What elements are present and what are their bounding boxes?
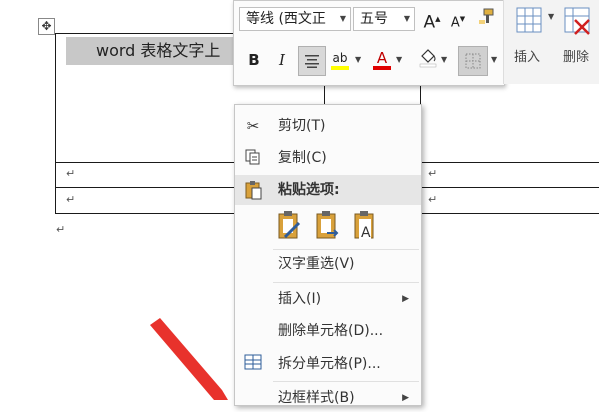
menu-item-delete-cells[interactable]: 删除单元格(D)... (235, 317, 421, 345)
shrink-font-button[interactable]: A▼ (446, 7, 470, 31)
chevron-down-icon: ▼ (339, 14, 346, 23)
grow-font-button[interactable]: A▲ (420, 7, 444, 33)
split-cells-icon (243, 354, 263, 374)
borders-button[interactable] (458, 46, 488, 76)
paste-text-only-icon: A (354, 211, 374, 241)
scissors-icon: ✂ (246, 117, 260, 135)
align-center-icon (305, 55, 319, 68)
menu-separator (273, 282, 419, 283)
insert-table-icon[interactable] (515, 6, 545, 36)
menu-item-split-cells[interactable]: 拆分单元格(P)... (235, 350, 421, 378)
context-menu: ✂ 剪切(T) 复制(C) 粘贴选项: A 汉字重选(V) 插入(I) ▶ 删除… (234, 104, 422, 406)
paste-keep-formatting-button[interactable] (275, 209, 305, 241)
menu-item-label: 边框样式(B) (278, 390, 355, 406)
delete-label[interactable]: 删除 (563, 46, 589, 65)
menu-item-insert[interactable]: 插入(I) ▶ (235, 285, 421, 313)
highlight-icon: ab (332, 51, 348, 65)
menu-item-hanzi-reselect[interactable]: 汉字重选(V) (235, 250, 421, 278)
format-painter-icon (479, 8, 494, 24)
font-name-select[interactable]: 等线 (西文正 ▼ (239, 7, 351, 31)
chevron-down-icon[interactable]: ▼ (396, 55, 402, 64)
menu-separator (273, 381, 419, 382)
shrink-font-icon: A (450, 15, 460, 31)
align-center-button[interactable] (298, 46, 326, 76)
paste-text-only-button[interactable]: A (351, 209, 381, 241)
menu-item-label: 插入(I) (278, 291, 322, 307)
chevron-down-icon[interactable]: ▼ (548, 12, 554, 21)
ribbon-separator (503, 0, 504, 84)
paste-merge-formatting-icon (316, 211, 339, 239)
paste-options-header: 粘贴选项: (235, 175, 421, 205)
menu-item-label: 粘贴选项: (278, 182, 340, 198)
shading-button[interactable] (416, 46, 440, 70)
insert-label[interactable]: 插入 (514, 46, 540, 65)
font-color-button[interactable]: A (370, 46, 394, 70)
svg-text:A: A (361, 225, 371, 241)
clipboard-icon (243, 180, 263, 200)
highlight-button[interactable]: ab (328, 46, 352, 70)
ribbon-rows-columns-group: ▼ 插入 删除 (503, 0, 599, 84)
chevron-down-icon[interactable]: ▼ (441, 55, 447, 64)
submenu-arrow-icon: ▶ (402, 393, 409, 403)
menu-item-label: 拆分单元格(P)... (278, 356, 381, 372)
menu-item-label: 汉字重选(V) (278, 256, 355, 272)
submenu-arrow-icon: ▶ (402, 294, 409, 304)
chevron-down-icon[interactable]: ▼ (491, 55, 497, 64)
format-painter-button[interactable] (474, 7, 498, 31)
paste-keep-formatting-icon (278, 211, 301, 239)
menu-item-copy[interactable]: 复制(C) (235, 144, 421, 172)
font-color-icon: A (376, 49, 388, 67)
menu-item-cut[interactable]: ✂ 剪切(T) (235, 112, 421, 140)
mini-toolbar: 等线 (西文正 ▼ 五号 ▼ A▲ A▼ B I ab ▼ A ▼ ▼ ▼ (233, 0, 505, 86)
copy-icon (243, 148, 263, 168)
font-size-select[interactable]: 五号 ▼ (353, 7, 415, 31)
menu-item-label: 剪切(T) (278, 118, 326, 134)
borders-icon (465, 53, 481, 69)
bold-button[interactable]: B (242, 48, 266, 72)
menu-item-label: 删除单元格(D)... (278, 323, 384, 339)
menu-item-border-styles[interactable]: 边框样式(B) ▶ (235, 384, 421, 412)
grow-font-icon: A (423, 12, 436, 33)
chevron-down-icon[interactable]: ▼ (355, 55, 361, 64)
font-size-value: 五号 (360, 11, 388, 27)
delete-table-icon[interactable] (563, 6, 593, 36)
paste-merge-formatting-button[interactable] (313, 209, 343, 241)
italic-button[interactable]: I (270, 48, 294, 72)
paint-bucket-icon (419, 49, 437, 68)
menu-item-label: 复制(C) (278, 150, 327, 166)
font-name-value: 等线 (西文正 (246, 11, 326, 27)
chevron-down-icon: ▼ (403, 14, 410, 23)
